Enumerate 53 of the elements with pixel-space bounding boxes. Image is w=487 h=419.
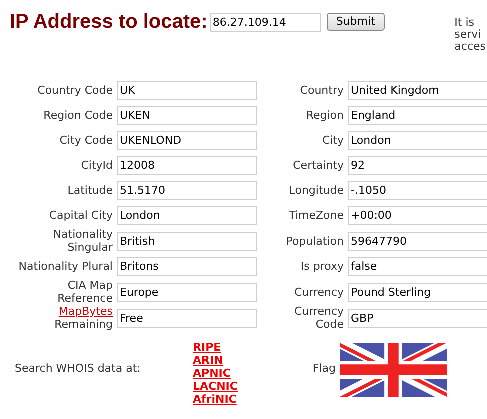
value-field[interactable]: UKEN [117,106,257,125]
field-label: Country Code [38,84,113,97]
value-field[interactable]: 92 [348,156,487,175]
value-field[interactable]: Pound Sterling [348,282,487,302]
page-heading: IP Address to locate: [10,11,208,33]
value-field[interactable]: London [348,131,487,150]
field-label: Longitude [289,184,344,197]
flag-icon [340,342,447,396]
value-field[interactable]: 59647790 [348,232,487,250]
value-field[interactable]: Britons [117,257,257,276]
field-label: Nationality Plural [18,260,113,273]
field-label: City [322,134,344,147]
value-field[interactable]: UKENLOND [117,131,257,150]
value-field[interactable]: London [117,206,257,225]
value-field[interactable]: Free [117,308,257,328]
field-label: Capital City [49,209,113,222]
submit-button[interactable]: Submit [326,13,385,31]
field-label: Nationality Singular [53,228,113,254]
value-field[interactable]: +00:00 [348,206,487,225]
field-label: Region [306,109,344,122]
field-label: Remaining [54,318,113,331]
value-field[interactable]: British [117,232,257,250]
whois-link[interactable]: AfriNIC [193,393,237,406]
value-field[interactable]: UK [117,81,257,100]
side-note: It is servi acces [454,17,486,53]
value-field[interactable]: false [348,257,487,276]
field-label: City Code [60,134,113,147]
value-field[interactable]: GBP [348,308,487,328]
whois-link[interactable]: RIPE [193,341,222,354]
flag-label: Flag [312,361,336,378]
whois-link[interactable]: APNIC [193,367,231,380]
value-field[interactable]: 51.5170 [117,181,257,200]
field-label: CityId [81,159,113,172]
field-label: Currency Code [294,305,344,331]
field-label: Certainty [293,159,344,172]
field-label: Is proxy [300,260,344,273]
field-label: Population [286,234,344,248]
whois-link[interactable]: LACNIC [193,380,238,393]
whois-link[interactable]: ARIN [193,354,224,367]
field-label: Currency [294,286,344,298]
value-field[interactable]: Europe [117,282,257,302]
value-field[interactable]: 12008 [117,156,257,175]
field-label: Region Code [44,109,113,122]
field-label: TimeZone [289,209,344,222]
mapbytes-link[interactable]: MapBytes [58,305,113,318]
field-label: Latitude [68,184,113,197]
value-field[interactable]: England [348,106,487,125]
field-label: Country [300,84,344,97]
value-field[interactable]: -.1050 [348,181,487,200]
value-field[interactable]: United Kingdom [348,81,487,100]
whois-label: Search WHOIS data at: [15,361,141,378]
field-label: CIA Map Reference [58,279,113,305]
ip-address-field[interactable]: 86.27.109.14 [210,13,321,32]
